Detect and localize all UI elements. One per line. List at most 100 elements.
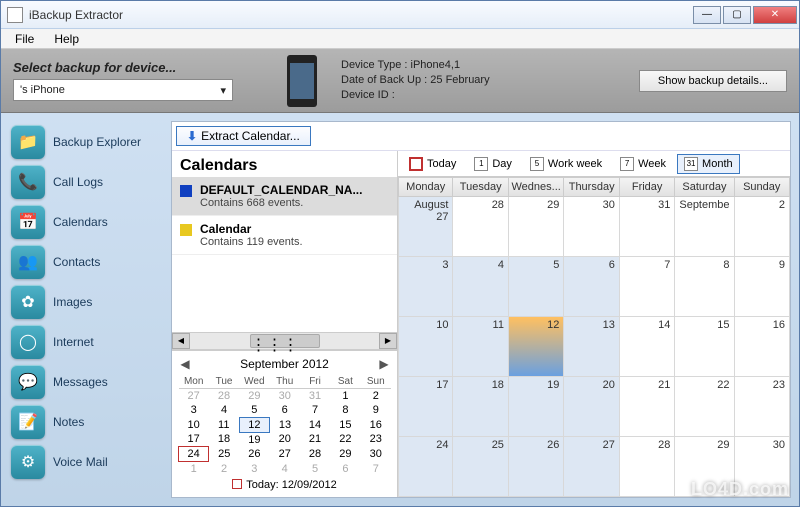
minical-day[interactable]: 13 bbox=[270, 417, 300, 432]
month-cell[interactable]: 23 bbox=[735, 377, 790, 437]
minical-day[interactable]: 3 bbox=[239, 462, 269, 477]
minical-today-line[interactable]: Today: 12/09/2012 bbox=[178, 476, 391, 491]
minical-day[interactable]: 14 bbox=[300, 417, 330, 432]
sidebar-item-voice-mail[interactable]: ⚙Voice Mail bbox=[7, 445, 165, 479]
month-cell[interactable]: 27 bbox=[564, 437, 619, 497]
month-cell[interactable]: August 27 bbox=[398, 197, 453, 257]
minical-day[interactable]: 27 bbox=[179, 388, 209, 403]
extract-calendar-button[interactable]: ⬇ Extract Calendar... bbox=[176, 126, 311, 146]
minical-day[interactable]: 16 bbox=[361, 417, 391, 432]
sidebar-item-messages[interactable]: 💬Messages bbox=[7, 365, 165, 399]
minical-day[interactable]: 3 bbox=[179, 403, 209, 418]
menu-help[interactable]: Help bbox=[44, 30, 89, 48]
minical-day[interactable]: 4 bbox=[270, 462, 300, 477]
minical-day[interactable]: 17 bbox=[179, 432, 209, 447]
month-cell[interactable]: 15 bbox=[675, 317, 734, 377]
month-cell[interactable]: 24 bbox=[398, 437, 453, 497]
minical-day[interactable]: 28 bbox=[300, 447, 330, 462]
minical-day[interactable]: 9 bbox=[361, 403, 391, 418]
view-month-button[interactable]: 31Month bbox=[677, 154, 740, 174]
month-cell[interactable]: 28 bbox=[620, 437, 675, 497]
menu-file[interactable]: File bbox=[5, 30, 44, 48]
minical-day[interactable]: 30 bbox=[270, 388, 300, 403]
scroll-right-icon[interactable]: ▶ bbox=[379, 333, 397, 349]
month-cell[interactable]: 3 bbox=[398, 257, 453, 317]
minical-day[interactable]: 2 bbox=[361, 388, 391, 403]
sidebar-item-calendars[interactable]: 📅Calendars bbox=[7, 205, 165, 239]
close-button[interactable]: ✕ bbox=[753, 6, 797, 24]
calendar-list-item[interactable]: DEFAULT_CALENDAR_NA...Contains 668 event… bbox=[172, 177, 397, 216]
month-cell[interactable]: 30 bbox=[735, 437, 790, 497]
minical-day[interactable]: 1 bbox=[179, 462, 209, 477]
sidebar-item-contacts[interactable]: 👥Contacts bbox=[7, 245, 165, 279]
minical-day[interactable]: 12 bbox=[239, 417, 269, 432]
month-cell[interactable]: 6 bbox=[564, 257, 619, 317]
minical-day[interactable]: 19 bbox=[239, 432, 269, 447]
minical-day[interactable]: 22 bbox=[330, 432, 360, 447]
minical-day[interactable]: 1 bbox=[330, 388, 360, 403]
minical-day[interactable]: 10 bbox=[179, 417, 209, 432]
month-cell[interactable]: 17 bbox=[398, 377, 453, 437]
minical-day[interactable]: 7 bbox=[300, 403, 330, 418]
minical-prev-button[interactable]: ◀ bbox=[178, 357, 192, 371]
minical-day[interactable]: 6 bbox=[330, 462, 360, 477]
minical-day[interactable]: 5 bbox=[239, 403, 269, 418]
view-workweek-button[interactable]: 5Work week bbox=[523, 154, 609, 174]
minical-day[interactable]: 23 bbox=[361, 432, 391, 447]
minical-day[interactable]: 18 bbox=[209, 432, 239, 447]
minical-day[interactable]: 6 bbox=[270, 403, 300, 418]
month-cell[interactable]: 18 bbox=[453, 377, 508, 437]
minical-day[interactable]: 29 bbox=[239, 388, 269, 403]
minimize-button[interactable]: — bbox=[693, 6, 721, 24]
month-cell[interactable]: 13 bbox=[564, 317, 619, 377]
minical-day[interactable]: 4 bbox=[209, 403, 239, 418]
view-today-button[interactable]: Today bbox=[402, 154, 463, 174]
month-cell[interactable]: 31 bbox=[620, 197, 675, 257]
minical-day[interactable]: 27 bbox=[270, 447, 300, 462]
month-cell[interactable]: Septembe bbox=[675, 197, 734, 257]
minical-day[interactable]: 8 bbox=[330, 403, 360, 418]
minical-day[interactable]: 31 bbox=[300, 388, 330, 403]
month-cell[interactable]: 29 bbox=[675, 437, 734, 497]
month-cell[interactable]: 16 bbox=[735, 317, 790, 377]
minical-day[interactable]: 24 bbox=[179, 447, 209, 462]
minical-day[interactable]: 2 bbox=[209, 462, 239, 477]
minical-day[interactable]: 29 bbox=[330, 447, 360, 462]
minical-day[interactable]: 28 bbox=[209, 388, 239, 403]
month-cell[interactable]: 4 bbox=[453, 257, 508, 317]
month-cell[interactable]: 29 bbox=[509, 197, 564, 257]
month-cell[interactable]: 9 bbox=[735, 257, 790, 317]
minical-day[interactable]: 7 bbox=[361, 462, 391, 477]
minical-day[interactable]: 26 bbox=[239, 447, 269, 462]
month-cell[interactable]: 21 bbox=[620, 377, 675, 437]
month-cell[interactable]: 5 bbox=[509, 257, 564, 317]
minical-day[interactable]: 25 bbox=[209, 447, 239, 462]
maximize-button[interactable]: ▢ bbox=[723, 6, 751, 24]
month-cell[interactable]: 10 bbox=[398, 317, 453, 377]
month-cell[interactable]: 11 bbox=[453, 317, 508, 377]
minical-day[interactable]: 15 bbox=[330, 417, 360, 432]
month-cell[interactable]: 7 bbox=[620, 257, 675, 317]
minical-day[interactable]: 20 bbox=[270, 432, 300, 447]
month-cell[interactable]: 25 bbox=[453, 437, 508, 497]
minical-day[interactable]: 11 bbox=[209, 417, 239, 432]
view-day-button[interactable]: 1Day bbox=[467, 154, 519, 174]
month-cell[interactable]: 20 bbox=[564, 377, 619, 437]
sidebar-item-call-logs[interactable]: 📞Call Logs bbox=[7, 165, 165, 199]
show-backup-details-button[interactable]: Show backup details... bbox=[639, 70, 787, 92]
horizontal-scrollbar[interactable]: ◀ ⋮⋮⋮ ▶ bbox=[172, 332, 397, 350]
month-cell[interactable]: 26 bbox=[509, 437, 564, 497]
sidebar-item-notes[interactable]: 📝Notes bbox=[7, 405, 165, 439]
minical-day[interactable]: 30 bbox=[361, 447, 391, 462]
minical-day[interactable]: 5 bbox=[300, 462, 330, 477]
device-dropdown[interactable]: 's iPhone ▾ bbox=[13, 79, 233, 101]
minical-next-button[interactable]: ▶ bbox=[377, 357, 391, 371]
month-cell[interactable]: 14 bbox=[620, 317, 675, 377]
month-cell[interactable]: 22 bbox=[675, 377, 734, 437]
month-cell[interactable]: 2 bbox=[735, 197, 790, 257]
sidebar-item-internet[interactable]: ◯Internet bbox=[7, 325, 165, 359]
calendar-list-item[interactable]: CalendarContains 119 events. bbox=[172, 216, 397, 255]
sidebar-item-images[interactable]: ✿Images bbox=[7, 285, 165, 319]
scroll-left-icon[interactable]: ◀ bbox=[172, 333, 190, 349]
sidebar-item-backup-explorer[interactable]: 📁Backup Explorer bbox=[7, 125, 165, 159]
